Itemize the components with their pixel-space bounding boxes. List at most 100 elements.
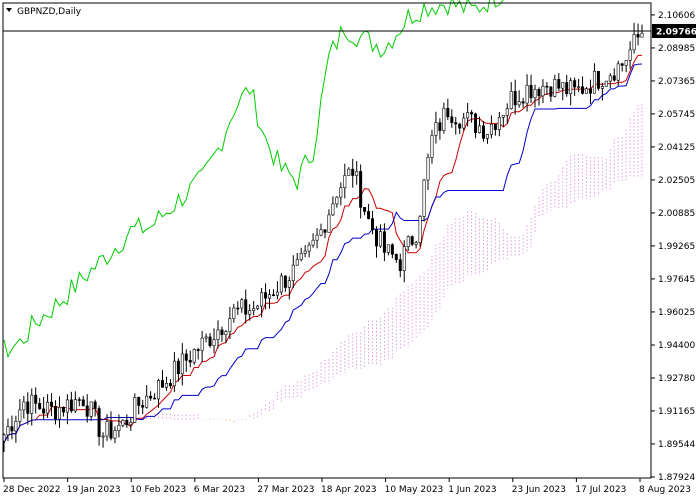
candle-body xyxy=(240,299,244,309)
candle-body xyxy=(109,421,113,439)
candle-body xyxy=(85,405,89,417)
candle-body xyxy=(137,397,141,406)
price-tick-label: 1.99265 xyxy=(658,242,695,252)
candle-body xyxy=(577,86,581,88)
candle-body xyxy=(620,63,624,66)
candle-body xyxy=(402,246,406,271)
candle-body xyxy=(632,34,636,51)
time-tick-label: 10 May 2023 xyxy=(385,485,444,495)
candle-body xyxy=(569,80,573,94)
candle-body xyxy=(478,125,482,133)
candle-body xyxy=(18,409,22,422)
candle-body xyxy=(573,80,577,88)
candle-body xyxy=(279,275,283,293)
candle-body xyxy=(283,275,287,288)
candle-body xyxy=(640,32,644,38)
candle-body xyxy=(553,79,557,97)
candle-body xyxy=(105,421,109,437)
candle-body xyxy=(271,294,275,297)
candle-body xyxy=(319,229,323,236)
candle-body xyxy=(157,380,161,400)
candle-body xyxy=(6,426,10,436)
candle-body xyxy=(525,85,529,104)
candle-body xyxy=(268,294,272,299)
symbol-title[interactable]: GBPNZD,Daily xyxy=(6,7,82,17)
candle-body xyxy=(248,310,252,315)
candle-body xyxy=(145,395,149,408)
candle-body xyxy=(291,264,295,281)
candle-body xyxy=(14,421,18,432)
time-tick-label: 8 Aug 2023 xyxy=(639,485,691,495)
candle-body xyxy=(359,171,363,208)
candle-body xyxy=(339,187,343,198)
price-tick-label: 1.89544 xyxy=(658,440,695,450)
candle-body xyxy=(438,122,442,131)
time-tick-label: 17 Jul 2023 xyxy=(575,485,626,495)
candle-body xyxy=(612,75,616,81)
candle-body xyxy=(470,112,474,115)
candle-body xyxy=(153,397,157,400)
candle-body xyxy=(93,401,97,409)
candle-body xyxy=(545,85,549,88)
candle-body xyxy=(30,394,34,414)
candle-body xyxy=(616,63,620,81)
candle-body xyxy=(46,401,50,414)
time-tick-label: 19 Jan 2023 xyxy=(67,485,121,495)
candle-body xyxy=(307,244,311,252)
candle-body xyxy=(299,253,303,260)
price-tick-label: 1.87924 xyxy=(658,473,695,483)
candle-body xyxy=(256,305,260,309)
candle-body xyxy=(517,101,521,106)
candle-body xyxy=(398,259,402,271)
candle-body xyxy=(628,49,632,61)
candle-body xyxy=(196,349,200,351)
time-tick-label: 10 Feb 2023 xyxy=(130,485,186,495)
price-tick-label: 1.97645 xyxy=(658,275,695,285)
candle-body xyxy=(588,88,592,94)
candle-body xyxy=(26,401,30,414)
price-tick-label: 2.08985 xyxy=(658,44,695,54)
candle-body xyxy=(323,229,327,233)
candle-body xyxy=(204,336,208,339)
candle-body xyxy=(533,89,537,99)
price-axis[interactable]: 2.10606 2.08985 2.07365 2.05745 2.04125 2.025… xyxy=(651,11,695,483)
candle-body xyxy=(125,419,129,426)
candle-body xyxy=(311,239,315,246)
candle-body xyxy=(493,123,497,130)
candle-body xyxy=(454,122,458,125)
candle-body xyxy=(557,79,561,89)
candle-body xyxy=(426,157,430,181)
candle-body xyxy=(73,399,77,412)
price-chart[interactable]: 2.10606 2.08985 2.07365 2.05745 2.04125 2.025… xyxy=(0,0,700,500)
candle-body xyxy=(168,383,172,387)
current-price-text: 2.09766 xyxy=(656,28,697,38)
candle-body xyxy=(371,218,375,231)
candle-body xyxy=(549,86,553,97)
price-tick-label: 2.00885 xyxy=(658,209,695,219)
candle-body xyxy=(351,168,355,176)
symbol-title-text: GBPNZD,Daily xyxy=(17,7,82,17)
price-tick-label: 2.07365 xyxy=(658,77,695,87)
candle-body xyxy=(541,85,545,97)
candle-body xyxy=(22,401,26,411)
candle-body xyxy=(149,395,153,399)
candle-body xyxy=(200,337,204,351)
candle-body xyxy=(295,259,299,266)
price-tick-label: 1.94400 xyxy=(658,341,695,351)
current-price-label: 2.09766 xyxy=(652,24,697,38)
candle-body xyxy=(164,383,168,388)
candle-body xyxy=(133,397,137,423)
candle-body xyxy=(220,329,224,335)
candle-body xyxy=(418,216,422,243)
candle-body xyxy=(275,291,279,296)
time-tick-label: 6 Mar 2023 xyxy=(194,485,245,495)
candle-body xyxy=(608,75,612,82)
candle-body xyxy=(537,89,541,97)
candle-body xyxy=(585,88,589,94)
candle-body xyxy=(117,424,121,431)
candle-body xyxy=(61,406,65,413)
candle-body xyxy=(497,117,501,130)
candle-body xyxy=(141,405,145,408)
candle-body xyxy=(184,353,188,361)
candle-body xyxy=(561,82,565,89)
